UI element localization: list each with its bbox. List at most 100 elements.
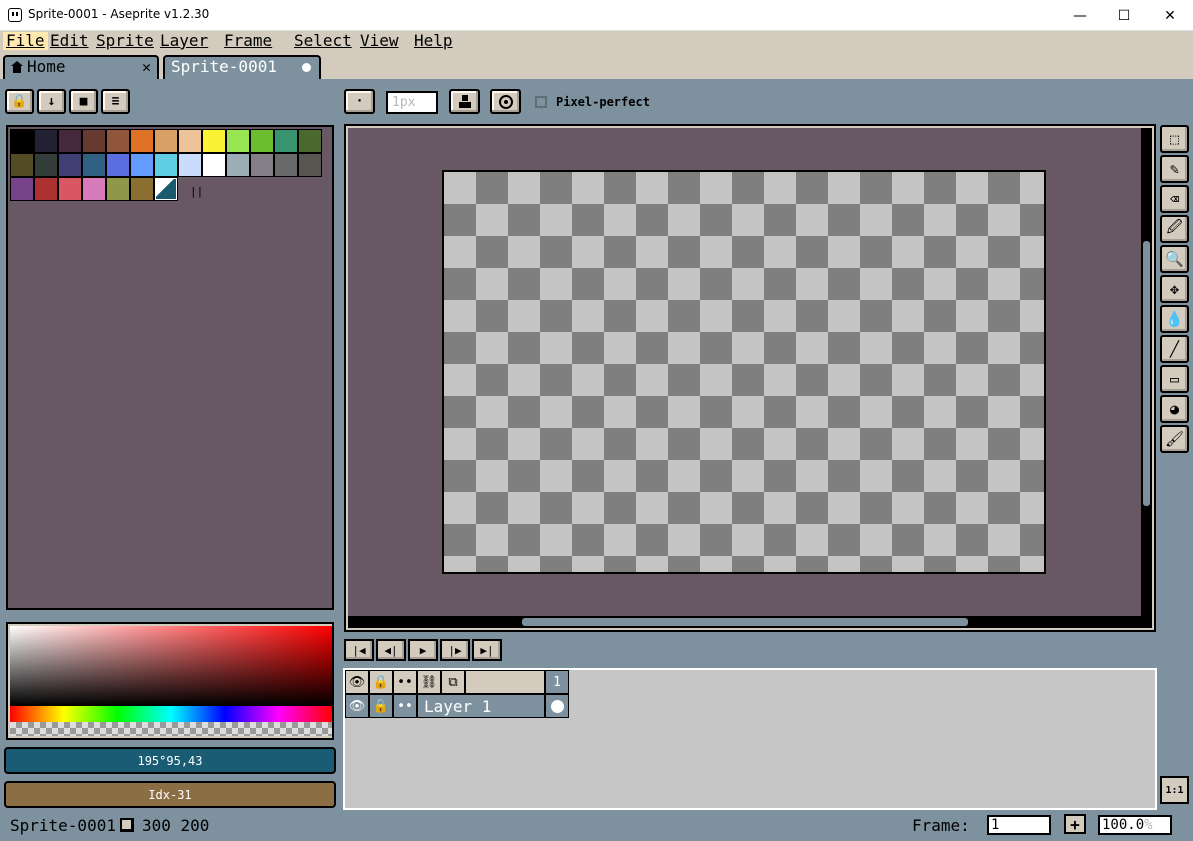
line-tool-icon[interactable]: ╱ xyxy=(1160,335,1189,363)
palette-swatch[interactable] xyxy=(202,153,226,177)
menu-edit[interactable]: Edit xyxy=(47,32,92,50)
menu-layer[interactable]: Layer xyxy=(157,32,211,50)
contour-tool-icon[interactable]: ◕ xyxy=(1160,395,1189,423)
palette-swatch[interactable] xyxy=(10,177,34,201)
palette-swatch[interactable] xyxy=(274,129,298,153)
menu-view[interactable]: View xyxy=(357,32,402,50)
zoom-input[interactable]: 100.0% xyxy=(1098,815,1172,835)
editor-horizontal-scroll-thumb[interactable] xyxy=(522,618,968,626)
previous-frame-button[interactable]: ◀| xyxy=(376,639,406,661)
palette-swatch[interactable] xyxy=(250,153,274,177)
palette-lock-button[interactable]: 🔒 xyxy=(5,89,34,114)
palette-swatch[interactable] xyxy=(106,153,130,177)
next-frame-button[interactable]: |▶ xyxy=(440,639,470,661)
play-button[interactable]: ▶ xyxy=(408,639,438,661)
menu-sprite[interactable]: Sprite xyxy=(93,32,157,50)
palette-swatch[interactable] xyxy=(226,129,250,153)
brush-type-button[interactable]: · xyxy=(344,89,375,114)
palette-swatch[interactable] xyxy=(82,153,106,177)
palette-swatch[interactable] xyxy=(154,129,178,153)
palette-swatch[interactable] xyxy=(226,153,250,177)
frame-input[interactable]: 1 xyxy=(987,815,1051,835)
palette-swatch[interactable] xyxy=(154,153,178,177)
lock-header-icon[interactable]: 🔒 xyxy=(369,670,393,694)
move-tool-icon[interactable]: ✥ xyxy=(1160,275,1189,303)
palette-swatch[interactable] xyxy=(298,153,322,177)
add-frame-button[interactable]: + xyxy=(1064,814,1086,834)
menu-file[interactable]: File xyxy=(3,32,48,50)
tab-home[interactable]: Home ✕ xyxy=(3,55,159,79)
palette-swatch[interactable] xyxy=(82,129,106,153)
zoom-one-to-one-button[interactable]: 1:1 xyxy=(1160,776,1189,804)
palette-sort-button[interactable]: ↓ xyxy=(37,89,66,114)
background-color-button[interactable]: Idx-31 xyxy=(4,781,336,808)
layer-continuous-icon[interactable]: •• xyxy=(393,694,417,718)
first-frame-button[interactable]: |◀ xyxy=(344,639,374,661)
menu-select[interactable]: Select xyxy=(291,32,355,50)
eraser-tool-icon[interactable]: ⌫ xyxy=(1160,185,1189,213)
palette-swatch[interactable] xyxy=(10,153,34,177)
continuous-header-icon[interactable]: •• xyxy=(393,670,417,694)
editor-vertical-scroll-thumb[interactable] xyxy=(1143,241,1150,506)
palette-swatch[interactable] xyxy=(106,129,130,153)
onion-skin-header-icon[interactable]: ⧉ xyxy=(441,670,465,694)
alpha-slider[interactable] xyxy=(10,722,332,736)
palette-swatch[interactable] xyxy=(130,177,154,201)
visibility-header-icon[interactable]: 👁 xyxy=(345,670,369,694)
hue-slider[interactable] xyxy=(10,706,332,722)
status-sprite-size: 300 200 xyxy=(142,816,210,835)
pencil-tool-icon[interactable]: ✎ xyxy=(1160,155,1189,183)
blur-tool-icon[interactable]: 🖌 xyxy=(1160,425,1189,453)
last-frame-button[interactable]: ▶| xyxy=(472,639,502,661)
minimize-button[interactable]: — xyxy=(1057,0,1103,31)
layer-lock-icon[interactable]: 🔒 xyxy=(369,694,393,718)
palette-swatch[interactable] xyxy=(34,153,58,177)
eyedropper-tool-icon[interactable]: 🖉 xyxy=(1160,215,1189,243)
palette-swatch[interactable] xyxy=(34,177,58,201)
palette-swatch[interactable] xyxy=(106,177,130,201)
palette-swatch[interactable] xyxy=(58,177,82,201)
timeline-panel[interactable]: 👁 🔒 •• ⛓ ⧉ 1 👁 🔒 •• Layer 1 xyxy=(343,668,1157,810)
maximize-button[interactable]: ☐ xyxy=(1101,0,1147,31)
target-mode-icon[interactable] xyxy=(490,89,521,114)
palette-swatch[interactable] xyxy=(274,153,298,177)
palette-swatch[interactable] xyxy=(154,177,178,201)
palette-swatch[interactable] xyxy=(10,129,34,153)
palette-swatch[interactable] xyxy=(298,129,322,153)
tab-sprite[interactable]: Sprite-0001 xyxy=(163,55,321,79)
palette-swatch[interactable] xyxy=(178,129,202,153)
rectangular-marquee-tool-icon[interactable]: ⬚ xyxy=(1160,125,1189,153)
pixel-perfect-checkbox[interactable] xyxy=(535,96,547,108)
palette-swatch[interactable] xyxy=(250,129,274,153)
layer-name[interactable]: Layer 1 xyxy=(417,694,545,718)
close-window-button[interactable]: ✕ xyxy=(1147,0,1193,31)
paint-bucket-tool-icon[interactable]: 💧 xyxy=(1160,305,1189,333)
menu-frame[interactable]: Frame xyxy=(221,32,275,50)
frame-header-1[interactable]: 1 xyxy=(545,670,569,694)
cel-frame-1[interactable] xyxy=(545,694,569,718)
unsaved-indicator-icon[interactable] xyxy=(302,63,311,72)
palette-resize-handle[interactable]: || xyxy=(190,185,203,198)
tab-home-close-icon[interactable]: ✕ xyxy=(142,57,151,77)
palette-presets-button[interactable]: ■ xyxy=(69,89,98,114)
palette-swatch[interactable] xyxy=(130,153,154,177)
menu-help[interactable]: Help xyxy=(411,32,456,50)
sprite-editor[interactable] xyxy=(344,124,1156,632)
brush-size-input[interactable]: 1px xyxy=(386,91,438,114)
palette-swatch[interactable] xyxy=(58,153,82,177)
palette-swatch[interactable] xyxy=(130,129,154,153)
layer-visibility-icon[interactable]: 👁 xyxy=(345,694,369,718)
palette-options-button[interactable]: ≡ xyxy=(101,89,130,114)
palette-swatch[interactable] xyxy=(82,177,106,201)
rectangle-tool-icon[interactable]: ▭ xyxy=(1160,365,1189,393)
zoom-tool-icon[interactable]: 🔍 xyxy=(1160,245,1189,273)
sprite-canvas[interactable] xyxy=(442,170,1046,574)
palette-swatch[interactable] xyxy=(34,129,58,153)
palette-swatch[interactable] xyxy=(58,129,82,153)
palette-swatch[interactable] xyxy=(178,153,202,177)
link-header-icon[interactable]: ⛓ xyxy=(417,670,441,694)
foreground-color-button[interactable]: 195°95,43 xyxy=(4,747,336,774)
ink-type-icon[interactable] xyxy=(449,89,480,114)
saturation-value-area[interactable] xyxy=(10,626,332,706)
palette-swatch[interactable] xyxy=(202,129,226,153)
